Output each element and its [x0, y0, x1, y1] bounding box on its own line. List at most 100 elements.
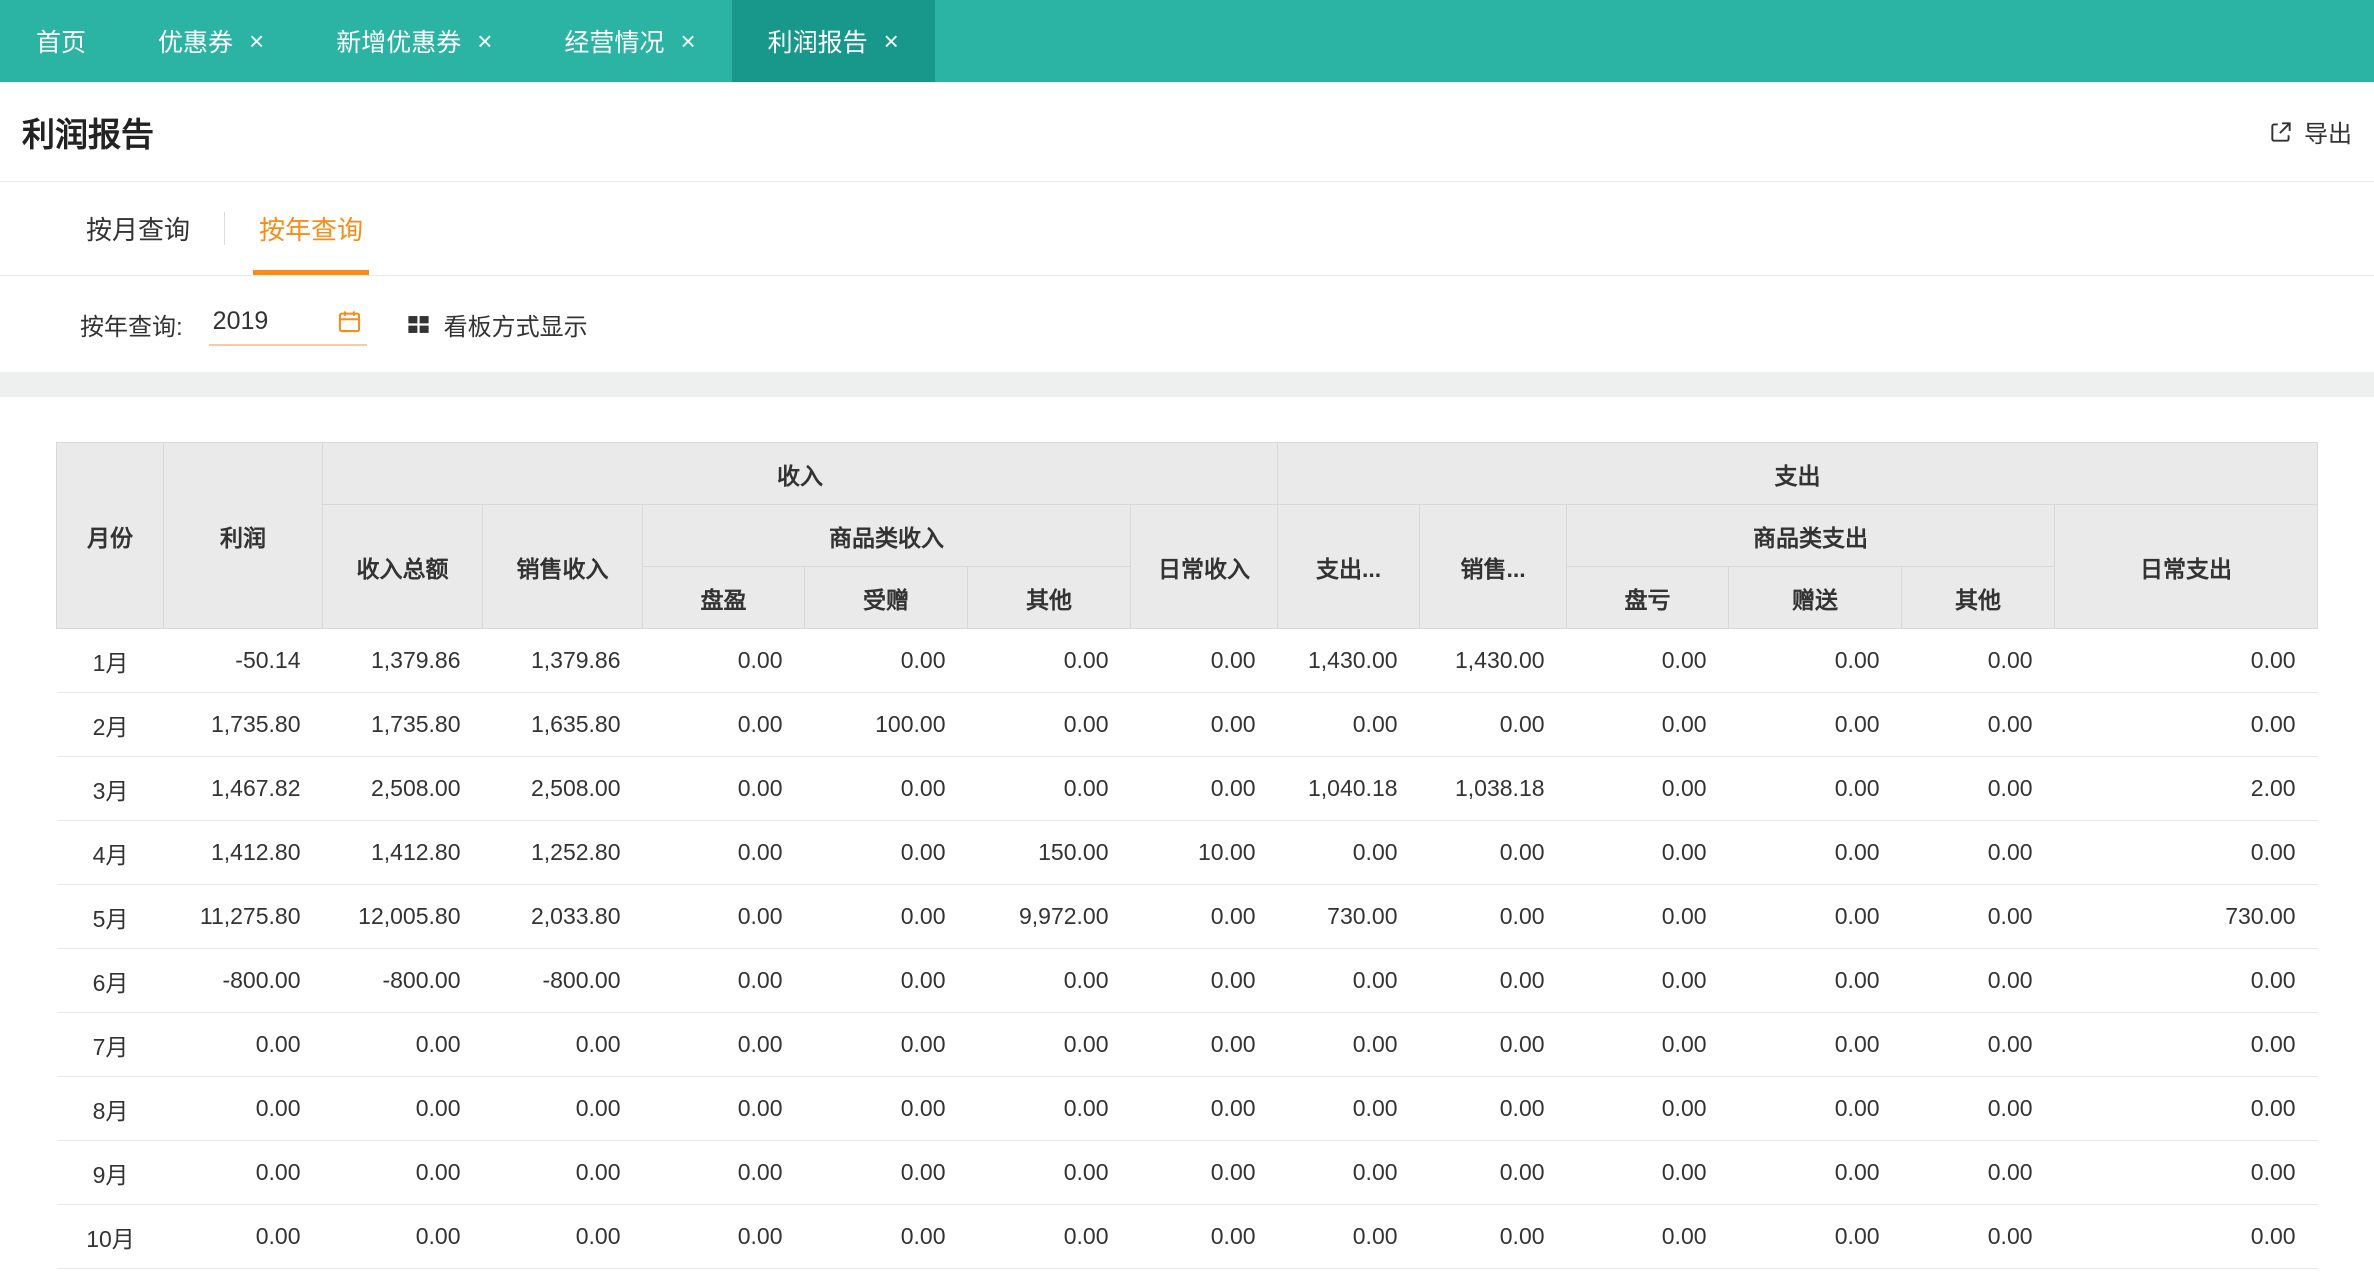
value-cell: 0.00 — [1728, 756, 1902, 821]
value-cell: 0.00 — [804, 1076, 968, 1141]
value-cell: 0.00 — [1901, 820, 2055, 885]
value-cell: 0.00 — [1419, 820, 1567, 885]
value-cell: 0.00 — [1901, 1204, 2055, 1269]
value-cell: 0.00 — [1901, 628, 2055, 693]
value-cell: 0.00 — [1277, 692, 1420, 757]
value-cell: 0.00 — [482, 1140, 643, 1205]
board-icon — [405, 311, 432, 338]
value-cell: -800.00 — [163, 948, 323, 1013]
tab-divider — [224, 212, 226, 245]
col-header-month: 月份 — [56, 442, 164, 629]
value-cell: 12,005.80 — [322, 884, 483, 949]
value-cell: 1,430.00 — [1277, 628, 1420, 693]
value-cell: 0.00 — [804, 884, 968, 949]
table-row: 1月 -50.14 1,379.86 1,379.86 0.00 0.00 0.00 0.00… — [56, 628, 2318, 693]
close-tab-icon[interactable]: × — [680, 28, 695, 54]
export-button[interactable]: 导出 — [2268, 114, 2354, 149]
col-group-expense: 支出 — [1277, 442, 2319, 505]
value-cell: 0.00 — [1130, 1204, 1278, 1269]
value-cell: 0.00 — [1130, 1012, 1278, 1077]
value-cell: 0.00 — [163, 1076, 323, 1141]
value-cell: 1,412.80 — [163, 820, 323, 885]
value-cell: 0.00 — [1566, 820, 1729, 885]
value-cell: 0.00 — [1901, 1076, 2055, 1141]
value-cell: 1,735.80 — [322, 692, 483, 757]
month-cell: 2月 — [56, 692, 164, 757]
value-cell: 0.00 — [1566, 692, 1729, 757]
value-cell: 1,467.82 — [163, 756, 323, 821]
value-cell: 0.00 — [1277, 948, 1420, 1013]
value-cell: 0.00 — [642, 692, 805, 757]
table-row: 8月 0.00 0.00 0.00 0.00 0.00 0.00 0.00 0.00 0.00 0.… — [56, 1076, 2318, 1141]
nav-tab-label: 新增优惠券 — [336, 29, 462, 57]
value-cell: 0.00 — [1130, 1140, 1278, 1205]
nav-tab[interactable]: 新增优惠券 × — [300, 0, 528, 82]
board-view-toggle[interactable]: 看板方式显示 — [405, 307, 588, 342]
nav-tab-label: 优惠券 — [158, 29, 234, 57]
value-cell: 0.00 — [1130, 884, 1278, 949]
col-group-goods-income: 商品类收入 — [642, 504, 1131, 567]
value-cell: 0.00 — [163, 1140, 323, 1205]
value-cell: 0.00 — [1277, 820, 1420, 885]
nav-tab[interactable]: 利润报告 × — [731, 0, 935, 82]
value-cell: 0.00 — [1277, 1012, 1420, 1077]
value-cell: 0.00 — [642, 884, 805, 949]
value-cell: 730.00 — [1277, 884, 1420, 949]
col-header-income-total: 收入总额 — [322, 504, 483, 629]
value-cell: 0.00 — [2054, 1012, 2318, 1077]
value-cell: 1,038.18 — [1419, 756, 1567, 821]
close-tab-icon[interactable]: × — [477, 28, 492, 54]
value-cell: 0.00 — [322, 1204, 483, 1269]
value-cell: 100.00 — [804, 692, 968, 757]
value-cell: 0.00 — [1419, 692, 1567, 757]
value-cell: 0.00 — [1728, 820, 1902, 885]
value-cell: 0.00 — [322, 1076, 483, 1141]
value-cell: 0.00 — [1130, 628, 1278, 693]
value-cell: 0.00 — [804, 1012, 968, 1077]
value-cell: 0.00 — [967, 692, 1131, 757]
value-cell: 11,275.80 — [163, 884, 323, 949]
close-tab-icon[interactable]: × — [884, 28, 899, 54]
value-cell: -800.00 — [322, 948, 483, 1013]
year-input[interactable]: 2019 — [208, 303, 367, 346]
value-cell: 0.00 — [967, 1140, 1131, 1205]
value-cell: 0.00 — [1277, 1076, 1420, 1141]
tab-yearly-query[interactable]: 按年查询 — [253, 182, 370, 275]
value-cell: 0.00 — [642, 1204, 805, 1269]
value-cell: 0.00 — [322, 1012, 483, 1077]
year-value: 2019 — [212, 306, 269, 335]
nav-tab-label: 利润报告 — [767, 29, 868, 57]
value-cell: 0.00 — [642, 756, 805, 821]
value-cell: 0.00 — [2054, 1076, 2318, 1141]
value-cell: 9,972.00 — [967, 884, 1131, 949]
value-cell: 0.00 — [642, 820, 805, 885]
nav-tab[interactable]: 首页 — [0, 0, 122, 82]
tab-monthly-query[interactable]: 按月查询 — [80, 182, 196, 275]
nav-tab[interactable]: 优惠券 × — [122, 0, 300, 82]
title-bar: 利润报告 导出 — [0, 82, 2374, 182]
value-cell: 0.00 — [1728, 884, 1902, 949]
col-header-expense-total: 支出... — [1277, 504, 1421, 629]
value-cell: -800.00 — [482, 948, 643, 1013]
value-cell: 0.00 — [1130, 948, 1278, 1013]
value-cell: 0.00 — [804, 1204, 968, 1269]
nav-tab[interactable]: 经营情况 × — [528, 0, 731, 82]
value-cell: 0.00 — [1728, 1204, 1902, 1269]
col-group-goods-expense: 商品类支出 — [1566, 504, 2056, 567]
col-header-sales-expense: 销售... — [1419, 504, 1568, 629]
month-cell: 9月 — [56, 1140, 164, 1205]
value-cell: 730.00 — [2054, 884, 2318, 949]
month-cell: 1月 — [56, 628, 164, 693]
value-cell: 0.00 — [1130, 1076, 1278, 1141]
value-cell: 0.00 — [2054, 628, 2318, 693]
value-cell: 0.00 — [1277, 1204, 1420, 1269]
close-tab-icon[interactable]: × — [249, 28, 264, 54]
value-cell: 0.00 — [1566, 948, 1729, 1013]
value-cell: 2,508.00 — [482, 756, 643, 821]
value-cell: 0.00 — [642, 628, 805, 693]
value-cell: 1,430.00 — [1419, 628, 1567, 693]
export-icon — [2268, 119, 2294, 145]
year-query-label: 按年查询: — [80, 313, 183, 341]
value-cell: 0.00 — [804, 628, 968, 693]
value-cell: 2,033.80 — [482, 884, 643, 949]
